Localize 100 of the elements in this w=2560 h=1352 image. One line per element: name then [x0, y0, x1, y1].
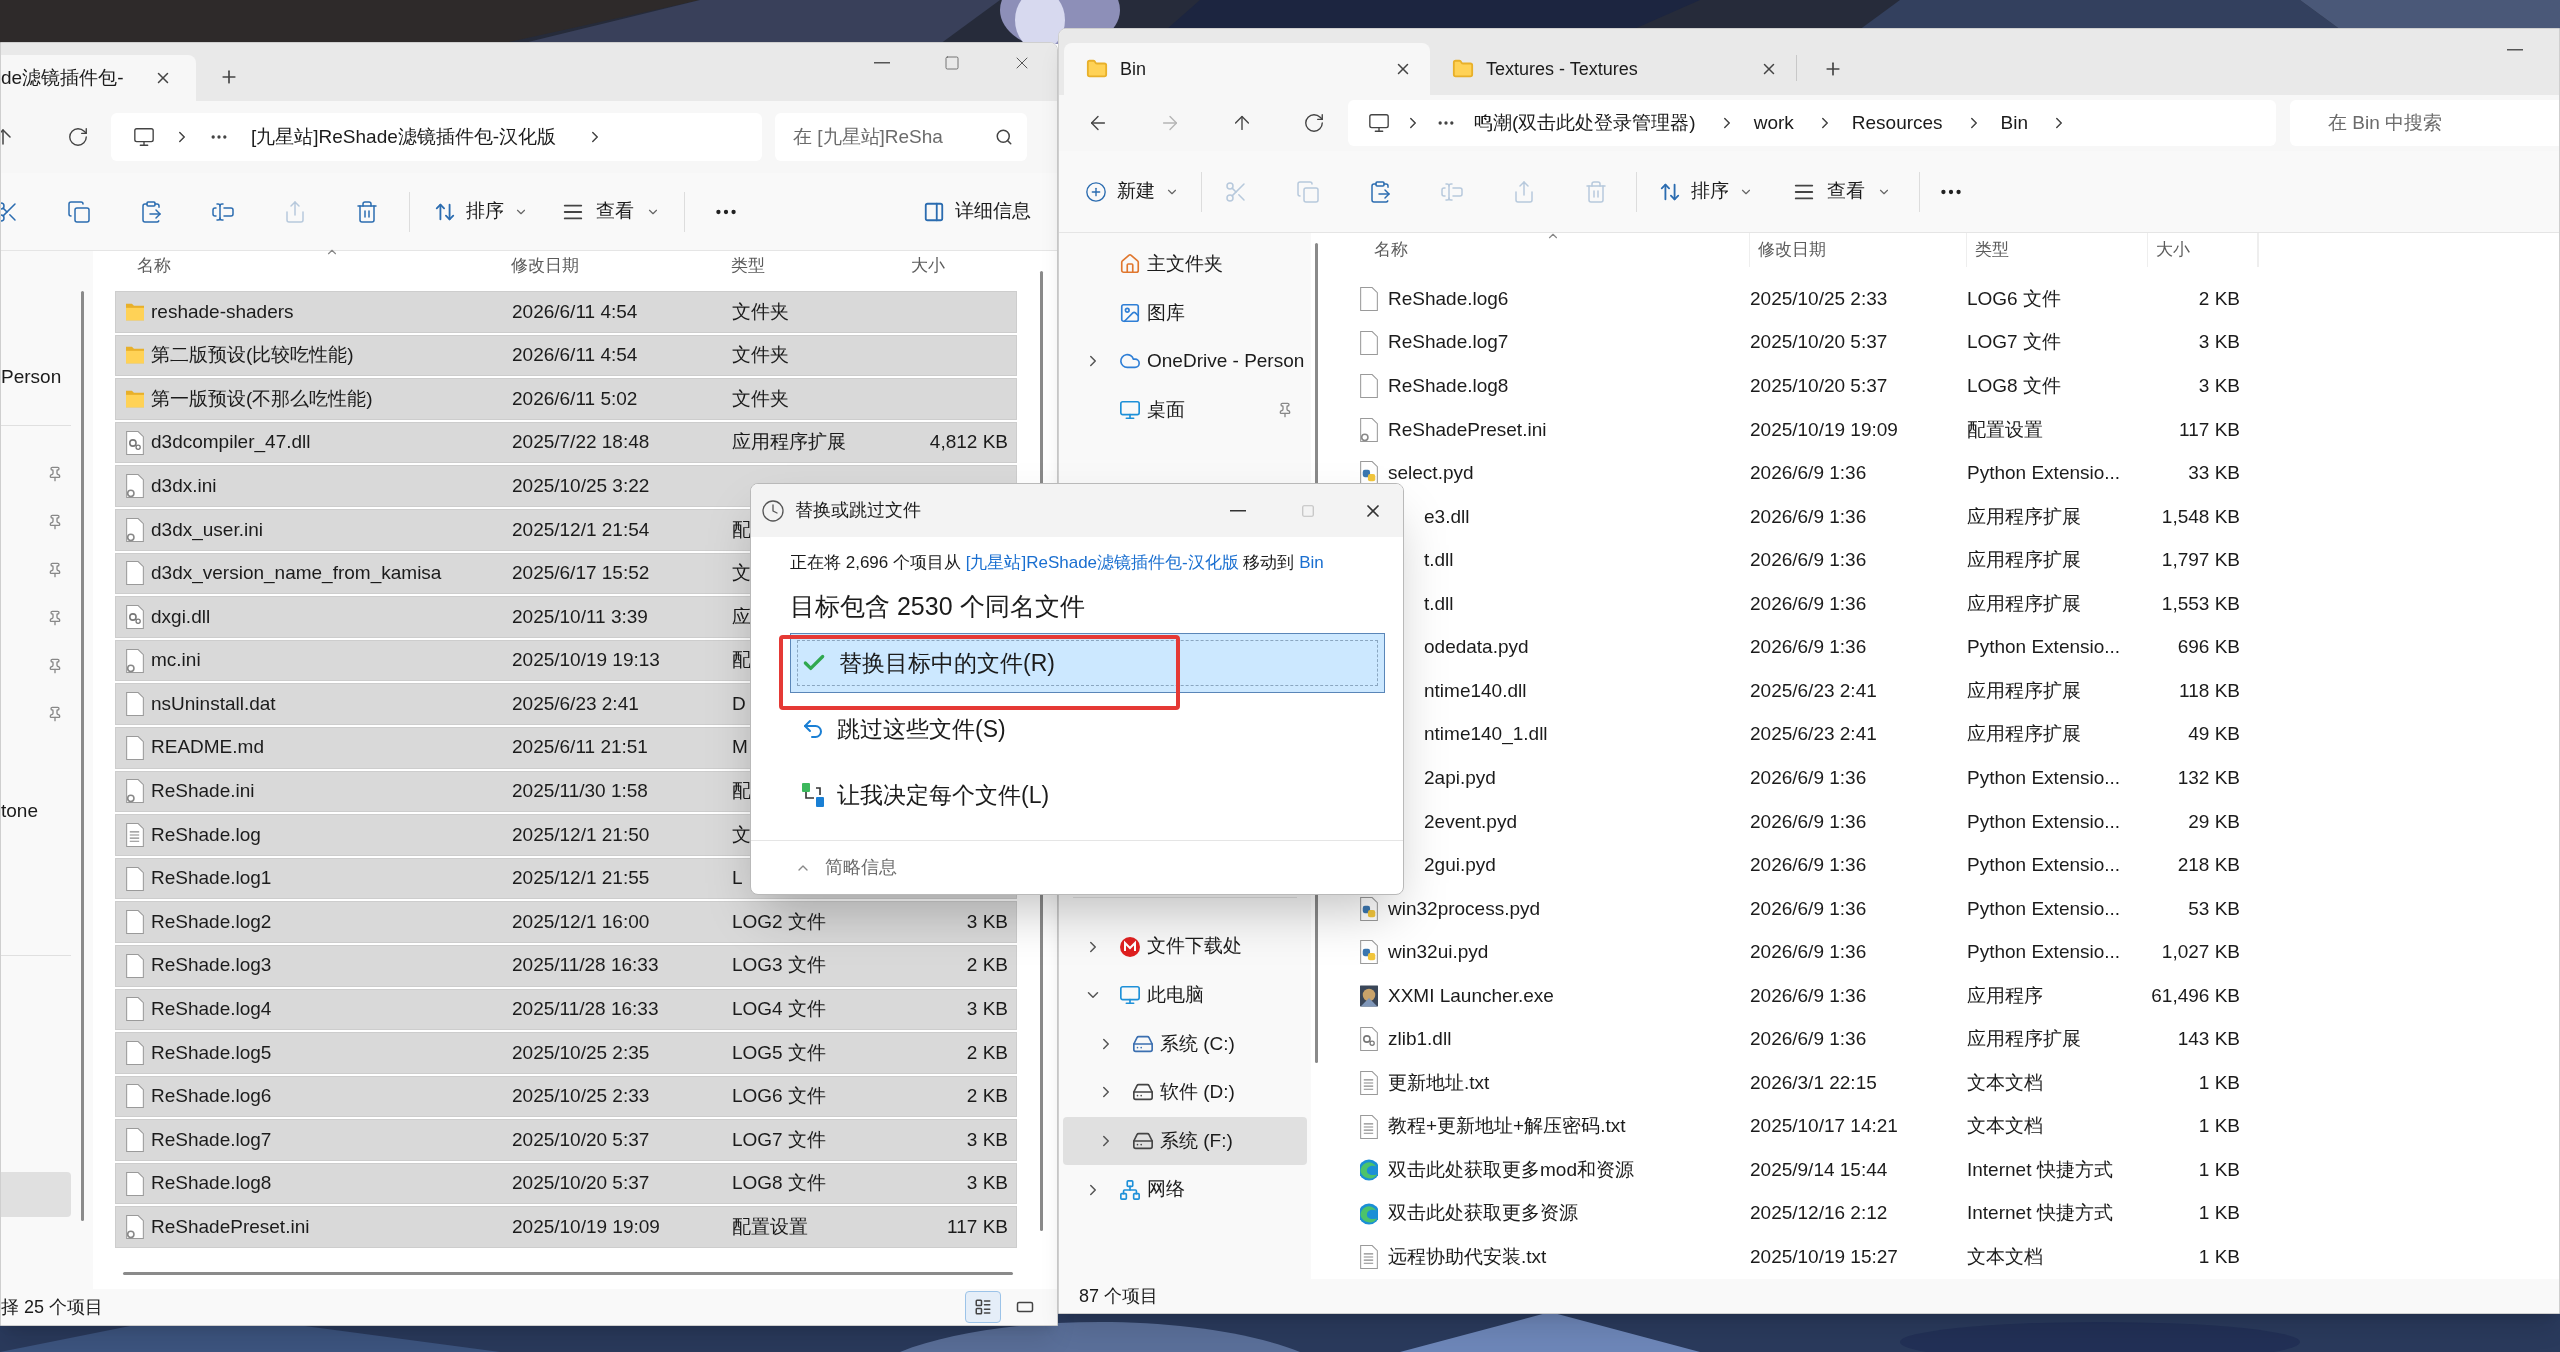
search-field[interactable]: 在 Bin 中搜索: [2290, 100, 2559, 146]
pin-icon[interactable]: [47, 610, 63, 626]
column-header[interactable]: 修改日期: [1750, 233, 1967, 268]
column-header[interactable]: 类型: [1967, 233, 2148, 268]
nav-item[interactable]: 网络: [1063, 1165, 1307, 1214]
breadcrumb-item[interactable]: Bin: [2000, 108, 2029, 138]
file-row[interactable]: win32ui.pyd 2026/6/9 1:36 Python Extensio... 1,027 KB: [1356, 930, 2559, 975]
sort-button[interactable]: 排序: [424, 189, 538, 234]
column-header[interactable]: 类型: [731, 253, 911, 279]
column-header[interactable]: 修改日期: [511, 253, 731, 279]
nav-item[interactable]: 文件下载处: [1063, 922, 1307, 971]
column-header[interactable]: 名称: [115, 253, 511, 279]
file-row[interactable]: 第一版预设(不那么吃性能) 2026/6/11 5:02 文件夹: [115, 378, 1017, 420]
tab[interactable]: de滤镜插件包-: [1, 55, 196, 101]
file-row[interactable]: ReShade.log3 2025/11/28 16:33 LOG3 文件 2 KB: [115, 944, 1017, 987]
nav-item[interactable]: 软件 (D:): [1063, 1068, 1307, 1117]
maximize-icon: [1301, 503, 1315, 518]
nav-item[interactable]: 图库: [1063, 288, 1307, 338]
file-size: 143 KB: [2177, 1027, 2240, 1052]
pin-icon[interactable]: [47, 562, 63, 578]
file-size: 1 KB: [2198, 1244, 2240, 1269]
nav-item[interactable]: 系统 (C:): [1063, 1019, 1307, 1069]
file-row[interactable]: reshade-shaders 2026/6/11 4:54 文件夹: [115, 291, 1017, 333]
modified-date: 2026/6/9 1:36: [1750, 853, 1868, 878]
details-toggle[interactable]: 简略信息: [795, 854, 897, 881]
file-row[interactable]: win32process.pyd 2026/6/9 1:36 Python Extensio... 53 KB: [1356, 887, 2559, 931]
file-row[interactable]: 远程协助代安装.txt 2025/10/19 15:27 文本文档 1 KB: [1356, 1235, 2559, 1279]
file-row[interactable]: ReShade.log2 2025/12/1 16:00 LOG2 文件 3 KB: [115, 901, 1017, 943]
search-field[interactable]: 在 [九星站]ReSha: [775, 113, 1027, 161]
file-row[interactable]: zlib1.dll 2026/6/9 1:36 应用程序扩展 143 KB: [1356, 1017, 2559, 1062]
column-header[interactable]: 大小: [911, 253, 1017, 279]
file-row[interactable]: ReShadePreset.ini 2025/10/19 19:09 配置设置 117 KB: [115, 1206, 1017, 1249]
modified-date: 2025/10/19 19:09: [512, 1215, 661, 1239]
view-button[interactable]: 查看: [1783, 169, 1901, 214]
file-icon: [1360, 287, 1378, 312]
file-row[interactable]: ReShade.log7 2025/10/20 5:37 LOG7 文件 3 KB: [1356, 320, 2559, 365]
nav-item[interactable]: OneDrive - Person: [1063, 337, 1307, 386]
file-row[interactable]: ReShade.log4 2025/11/28 16:33 LOG4 文件 3 KB: [115, 988, 1017, 1031]
nav-item[interactable]: tone: [1, 787, 71, 835]
pin-icon[interactable]: [47, 658, 63, 674]
nav-item[interactable]: 系统 (F:): [1063, 1116, 1307, 1166]
nav-label: 主文件夹: [1147, 252, 1223, 277]
sort-button[interactable]: 排序: [1649, 169, 1763, 214]
file-name: 第二版预设(比较吃性能): [151, 343, 355, 368]
modified-date: 2025/7/22 18:48: [512, 430, 651, 455]
minimize-icon: [2507, 49, 2523, 51]
pin-icon[interactable]: [47, 706, 63, 722]
breadcrumb-item[interactable]: [九星站]ReShade滤镜插件包-汉化版: [251, 122, 557, 152]
refresh-button[interactable]: [1302, 111, 1326, 135]
tab[interactable]: Bin: [1064, 43, 1430, 95]
tab[interactable]: Textures - Textures: [1430, 43, 1796, 95]
file-row[interactable]: 双击此处获取更多资源 2025/12/16 2:12 Internet 快捷方式 1 KB: [1356, 1191, 2559, 1236]
file-row[interactable]: 第二版预设(比较吃性能) 2026/6/11 4:54 文件夹: [115, 334, 1017, 377]
nav-item[interactable]: 主文件夹: [1063, 240, 1307, 289]
view-mode-button[interactable]: [965, 1291, 1001, 1323]
file-row[interactable]: d3dcompiler_47.dll 2025/7/22 18:48 应用程序扩展 4,812 KB: [115, 421, 1017, 464]
view-button[interactable]: 查看: [552, 189, 670, 234]
file-row[interactable]: 更新地址.txt 2026/3/1 22:15 文本文档 1 KB: [1356, 1061, 2559, 1105]
nav-item[interactable]: 桌面: [1063, 385, 1307, 435]
modified-date: 2026/6/9 1:36: [1750, 548, 1868, 573]
nav-item[interactable]: 此电脑: [1063, 970, 1307, 1020]
breadcrumb-item[interactable]: Resources: [1851, 108, 1943, 138]
folder-link[interactable]: Bin: [1299, 553, 1324, 572]
breadcrumb-item[interactable]: work: [1753, 108, 1794, 138]
file-row[interactable]: ReShade.log7 2025/10/20 5:37 LOG7 文件 3 KB: [115, 1119, 1017, 1161]
nav-item[interactable]: Person: [1, 353, 71, 401]
file-type: Python Extensio...: [1967, 853, 2122, 878]
address-bar[interactable]: 鸣潮(双击此处登录管理器) work Resources Bin: [1348, 100, 2276, 146]
pin-icon[interactable]: [47, 514, 63, 530]
file-row[interactable]: ReShade.log5 2025/10/25 2:35 LOG5 文件 2 KB: [115, 1032, 1017, 1074]
file-row[interactable]: ReShade.log8 2025/10/20 5:37 LOG8 文件 3 KB: [1356, 364, 2559, 409]
refresh-icon[interactable]: [67, 126, 89, 148]
modified-date: 2025/12/1 16:00: [512, 909, 651, 934]
file-type: Python Extensio...: [1967, 809, 2122, 834]
modified-date: 2025/10/19 15:27: [1750, 1244, 1899, 1269]
address-bar[interactable]: [九星站]ReShade滤镜插件包-汉化版: [111, 113, 762, 161]
column-header[interactable]: 大小: [2148, 233, 2258, 268]
column-header[interactable]: 名称: [1356, 233, 1750, 268]
nav-label: 系统 (F:): [1160, 1128, 1233, 1153]
file-row[interactable]: 教程+更新地址+解压密码.txt 2025/10/17 14:21 文本文档 1 KB: [1356, 1104, 2559, 1149]
pin-icon[interactable]: [47, 466, 63, 482]
file-row[interactable]: select.pyd 2026/6/9 1:36 Python Extensio... 33 KB: [1356, 451, 2559, 496]
new-button[interactable]: 新建: [1085, 169, 1179, 214]
file-row[interactable]: 双击此处获取更多mod和资源 2025/9/14 15:44 Internet 快捷方式 1 KB: [1356, 1148, 2559, 1192]
modified-date: 2026/6/9 1:36: [1750, 1027, 1868, 1052]
option-button[interactable]: 替换目标中的文件(R): [790, 633, 1385, 693]
file-row[interactable]: ReShade.log6 2025/10/25 2:33 LOG6 文件 2 KB: [115, 1075, 1017, 1118]
details-button[interactable]: 详细信息: [923, 189, 1031, 234]
file-row[interactable]: ReShadePreset.ini 2025/10/19 19:09 配置设置 117 KB: [1356, 408, 2559, 452]
file-icon: [126, 1084, 144, 1109]
modified-date: 2025/11/28 16:33: [512, 997, 660, 1022]
file-row[interactable]: ReShade.log6 2025/10/25 2:33 LOG6 文件 2 KB: [1356, 277, 2559, 321]
text-file-icon: [1360, 1114, 1378, 1139]
file-row[interactable]: XXMI Launcher.exe 2026/6/9 1:36 应用程序 61,496 KB: [1356, 974, 2559, 1018]
file-row[interactable]: ReShade.log8 2025/10/20 5:37 LOG8 文件 3 KB: [115, 1162, 1017, 1205]
file-icon: [1360, 374, 1378, 399]
modified-date: 2025/10/25 2:33: [1750, 286, 1889, 311]
file-icon: [126, 866, 144, 891]
browser-icon: [1360, 1158, 1378, 1183]
breadcrumb-item[interactable]: 鸣潮(双击此处登录管理器): [1474, 108, 1696, 138]
